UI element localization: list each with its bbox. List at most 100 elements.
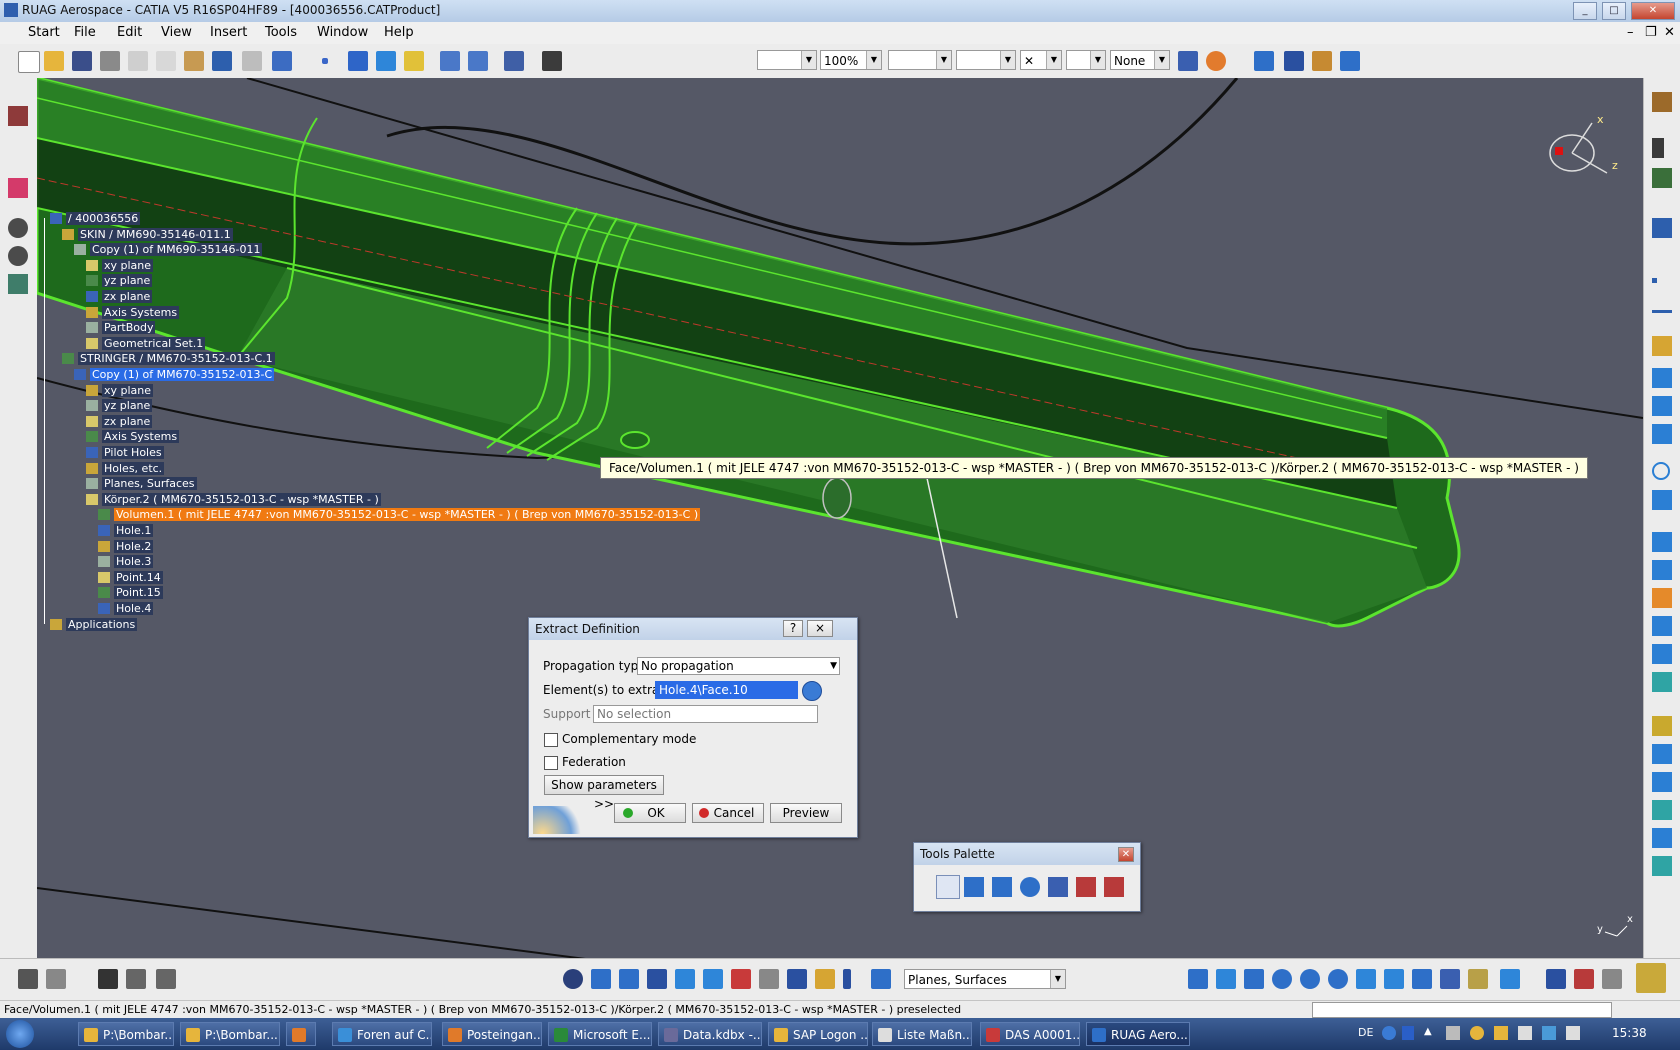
tree-node[interactable]: PartBody [86,321,156,335]
axis-system-icon[interactable] [591,969,611,989]
whats-this-icon[interactable] [272,51,292,71]
menu-insert[interactable]: Insert [210,25,247,40]
spline-icon[interactable] [348,51,368,71]
dialog-help-button[interactable]: ? [783,620,803,637]
measure-icon[interactable] [1340,51,1360,71]
open-folder-icon[interactable] [44,51,64,71]
taskbar-item[interactable]: Microsoft E... [548,1022,652,1046]
painter-icon[interactable] [1178,51,1198,71]
line-thickness-combo[interactable]: ▼ [888,50,952,70]
tree-node[interactable]: xy plane [86,259,154,273]
plane-tool-icon[interactable] [1652,336,1672,356]
menu-view[interactable]: View [161,25,192,40]
tree-node[interactable]: Copy (1) of MM690-35146-011 [74,243,263,257]
menu-tools[interactable]: Tools [265,25,297,40]
current-set-combo[interactable]: Planes, Surfaces ▼ [904,969,1066,989]
select-arrow-icon[interactable] [1652,138,1664,158]
tree-node[interactable]: yz plane [86,274,153,288]
swap-space-icon[interactable] [1500,969,1520,989]
tree-node[interactable]: Point.14 [98,571,163,585]
blend-icon[interactable] [1652,672,1672,692]
split-icon[interactable] [1652,772,1672,792]
help-tray-icon[interactable] [1382,1026,1396,1040]
comment-icon[interactable] [46,969,66,989]
menu-window[interactable]: Window [317,25,368,40]
taskbar-item[interactable]: DAS A0001... [980,1022,1080,1046]
view-iso-icon[interactable] [468,51,488,71]
palette-tool-1-icon[interactable] [964,877,984,897]
curve-icon[interactable] [1652,490,1672,510]
parallel-curve-icon[interactable] [1652,424,1672,444]
zoom-in-icon[interactable] [1300,969,1320,989]
tree-node[interactable]: Applications [50,618,138,632]
pan-icon[interactable] [1244,969,1264,989]
catalog-icon[interactable] [1312,51,1332,71]
line-icon[interactable] [1652,310,1672,313]
taskbar-item[interactable] [286,1022,316,1046]
sphere-icon[interactable] [1652,588,1672,608]
selection-mode-icon[interactable] [802,681,822,701]
analysis-tool-icon[interactable] [759,969,779,989]
palette-icon[interactable] [1206,51,1226,71]
palette-tool-5-icon[interactable] [1076,877,1096,897]
boundary-icon[interactable] [1652,828,1672,848]
redo-icon[interactable] [242,51,262,71]
layer-combo[interactable]: ▼ [1066,50,1106,70]
taskbar-item[interactable]: Data.kdbx -... [658,1022,762,1046]
tree-node[interactable]: Hole.4 [98,602,154,616]
tree-node[interactable]: Point.15 [98,586,163,600]
tree-node[interactable]: Planes, Surfaces [86,477,197,491]
rotate-icon[interactable] [1272,969,1292,989]
palette-tool-6-icon[interactable] [1104,877,1124,897]
measure-item-icon[interactable] [1574,969,1594,989]
tree-node[interactable]: Volumen.1 ( mit JELE 4747 :von MM670-351… [98,508,701,522]
product-icon[interactable] [8,106,28,126]
preview-button[interactable]: Preview [770,803,842,823]
zoom-out-icon[interactable] [1328,969,1348,989]
save-icon[interactable] [72,51,92,71]
fit-all-icon[interactable] [1216,969,1236,989]
menu-help[interactable]: Help [384,25,414,40]
cancel-button[interactable]: Cancel [692,803,764,823]
language-indicator[interactable]: DE [1358,1026,1373,1039]
project-icon[interactable] [1652,368,1672,388]
bottle-icon[interactable] [1602,969,1622,989]
mdi-restore[interactable]: ❐ [1645,25,1657,40]
close-window-button[interactable]: ✕ [1631,2,1675,20]
show-parameters-button[interactable]: Show parameters >> [544,775,664,811]
minimize-button[interactable]: _ [1573,2,1597,20]
work-support-icon[interactable] [675,969,695,989]
tray-icon-1[interactable] [1446,1026,1460,1040]
tree-node[interactable]: zx plane [86,415,153,429]
taskbar-item[interactable]: SAP Logon ... [768,1022,868,1046]
multi-view-icon[interactable] [1384,969,1404,989]
tree-node[interactable]: Holes, etc. [86,462,165,476]
bluetooth-tray-icon[interactable] [1402,1026,1414,1040]
palette-tool-3-icon[interactable] [1020,877,1040,897]
tree-node[interactable]: Hole.2 [98,540,154,554]
shading-icon[interactable] [1440,969,1460,989]
print-icon[interactable] [100,51,120,71]
join-icon[interactable] [1652,716,1672,736]
new-file-icon[interactable] [18,51,40,73]
point-icon[interactable] [322,58,328,64]
elements-to-extract-field[interactable]: Hole.4\Face.10 [655,681,798,699]
undo-icon[interactable] [212,51,232,71]
repetition-icon[interactable] [619,969,639,989]
clock[interactable]: 15:38 [1612,1026,1647,1040]
compass-icon[interactable] [542,51,562,71]
measure-between-icon[interactable] [1546,969,1566,989]
propagation-type-select[interactable]: No propagation ▼ [637,657,840,675]
dot-point-icon[interactable] [1652,278,1657,283]
tree-node[interactable]: Geometrical Set.1 [86,337,206,351]
spiral-icon[interactable] [563,969,583,989]
volume-icon[interactable] [1566,1026,1580,1040]
hide-show-icon[interactable] [8,218,28,238]
menu-start[interactable]: Start [28,25,60,40]
taskbar-item[interactable]: P:\Bombar... [78,1022,174,1046]
swap-visible-icon[interactable] [8,246,28,266]
point-type-combo[interactable]: ✕ ▼ [1020,50,1062,70]
tree-node[interactable]: / 400036556 [50,212,141,226]
surface-icon[interactable] [376,51,396,71]
taskbar-item[interactable]: Liste Maßn... [872,1022,972,1046]
